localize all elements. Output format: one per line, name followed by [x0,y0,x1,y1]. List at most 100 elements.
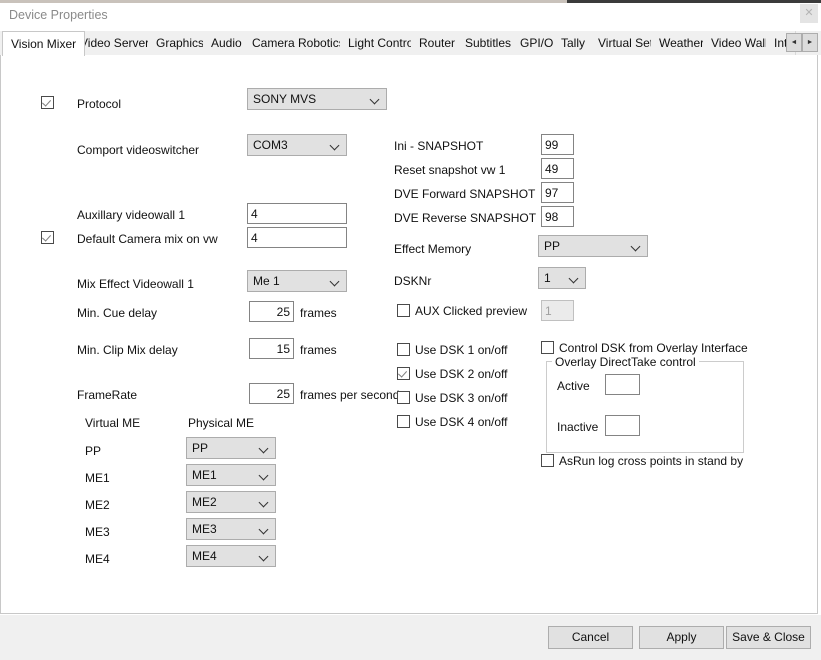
tab-label: Video Wall [711,36,768,50]
reset-snapshot-label: Reset snapshot vw 1 [394,163,506,177]
use-dsk-1-label: Use DSK 1 on/off [415,343,508,357]
min-clip-mix-delay-label: Min. Clip Mix delay [77,343,178,357]
chevron-down-icon [260,472,268,480]
aux-clicked-preview-input [541,300,574,321]
tab-subtitles[interactable]: Subtitles [457,31,521,55]
scroll-left-icon[interactable]: ◄ [786,33,802,52]
asrun-log-checkbox[interactable] [541,454,554,467]
me-row-dropdown-me1[interactable]: ME1 [186,464,276,486]
tab-label: Camera Robotics [252,36,345,50]
tab-label: Graphics [156,36,205,50]
tab-label: Subtitles [465,36,512,50]
me-row-dropdown-pp[interactable]: PP [186,437,276,459]
protocol-checkbox[interactable] [41,96,54,109]
min-cue-delay-unit: frames [300,306,337,320]
min-clip-mix-delay-unit: frames [300,343,337,357]
framerate-unit: frames per second [300,388,400,402]
use-dsk-4-checkbox[interactable] [397,415,410,428]
dve-reverse-snapshot-input[interactable] [541,206,574,227]
control-dsk-overlay-label: Control DSK from Overlay Interface [559,341,748,355]
use-dsk-3-label: Use DSK 3 on/off [415,391,508,405]
dve-forward-snapshot-input[interactable] [541,182,574,203]
chevron-down-icon [331,278,339,286]
tab-scroll-buttons: ◄ ► [786,33,819,52]
tab-vision-mixer[interactable]: Vision Mixer [2,31,86,56]
me-row-label-pp: PP [85,444,102,458]
me-row-value: ME1 [192,468,217,482]
protocol-dropdown[interactable]: SONY MVS [247,88,387,110]
me-row-dropdown-me4[interactable]: ME4 [186,545,276,567]
effect-memory-value: PP [544,239,561,253]
me-row-dropdown-me3[interactable]: ME3 [186,518,276,540]
cancel-button[interactable]: Cancel [548,626,633,649]
tab-label: Virtual Set [598,36,654,50]
me-row-value: ME3 [192,522,217,536]
chevron-down-icon [260,499,268,507]
title-accent-strip-right [567,0,821,3]
protocol-value: SONY MVS [253,92,317,106]
title-accent-strip-left [0,0,567,3]
min-clip-mix-delay-input[interactable] [249,338,294,359]
vision-mixer-panel: Protocol SONY MVS Comport videoswitcher … [0,55,818,614]
me-row-dropdown-me2[interactable]: ME2 [186,491,276,513]
min-cue-delay-label: Min. Cue delay [77,306,158,320]
scroll-right-icon[interactable]: ► [802,33,818,52]
chevron-down-icon [260,445,268,453]
overlay-inactive-input[interactable] [605,415,640,436]
physical-me-header: Physical ME [188,416,255,430]
tab-label: Weather [659,36,705,50]
tab-tally[interactable]: Tally [553,31,595,55]
save-close-button[interactable]: Save & Close [726,626,811,649]
tab-strip: Vision Mixer Video Servers Graphics Audi… [0,31,821,56]
chevron-down-icon [632,243,640,251]
use-dsk-2-checkbox[interactable] [397,367,410,380]
dve-reverse-snapshot-label: DVE Reverse SNAPSHOT [394,211,537,225]
use-dsk-1-checkbox[interactable] [397,343,410,356]
close-icon[interactable]: ✕ [800,4,818,23]
use-dsk-2-label: Use DSK 2 on/off [415,367,508,381]
dsknr-value: 1 [544,271,551,285]
protocol-label: Protocol [77,97,122,111]
default-camera-mix-input[interactable] [247,227,347,248]
comport-dropdown[interactable]: COM3 [247,134,347,156]
tab-label: Light Control [348,36,417,50]
me-row-label-me3: ME3 [85,525,110,539]
use-dsk-4-label: Use DSK 4 on/off [415,415,508,429]
me-row-label-me4: ME4 [85,552,110,566]
auxillary-videowall-label: Auxillary videowall 1 [77,208,186,222]
default-camera-mix-checkbox[interactable] [41,231,54,244]
me-row-value: ME2 [192,495,217,509]
tab-label: Video Servers [80,36,156,50]
aux-clicked-preview-label: AUX Clicked preview [415,304,528,318]
dsknr-dropdown[interactable]: 1 [538,267,586,289]
title-bar: Device Properties ✕ [0,0,821,32]
reset-snapshot-input[interactable] [541,158,574,179]
chevron-down-icon [570,275,578,283]
ini-snapshot-label: Ini - SNAPSHOT [394,139,484,153]
mix-effect-videowall-dropdown[interactable]: Me 1 [247,270,347,292]
me-row-label-me2: ME2 [85,498,110,512]
chevron-down-icon [371,96,379,104]
auxillary-videowall-input[interactable] [247,203,347,224]
effect-memory-label: Effect Memory [394,242,472,256]
mix-effect-videowall-label: Mix Effect Videowall 1 [77,277,194,291]
me-row-label-me1: ME1 [85,471,110,485]
overlay-directtake-group [546,361,744,453]
comport-label: Comport videoswitcher [77,143,200,157]
overlay-active-input[interactable] [605,374,640,395]
dsknr-label: DSKNr [394,274,432,288]
aux-clicked-preview-checkbox[interactable] [397,304,410,317]
control-dsk-overlay-checkbox[interactable] [541,341,554,354]
tab-label: GPI/O [520,36,554,50]
chevron-down-icon [260,526,268,534]
footer-bar: Cancel Apply Save & Close [0,615,821,660]
effect-memory-dropdown[interactable]: PP [538,235,648,257]
ini-snapshot-input[interactable] [541,134,574,155]
min-cue-delay-input[interactable] [249,301,294,322]
overlay-inactive-label: Inactive [557,420,599,434]
me-row-value: PP [192,441,209,455]
framerate-input[interactable] [249,383,294,404]
apply-button[interactable]: Apply [639,626,724,649]
tab-camera-robotics[interactable]: Camera Robotics [244,31,354,55]
use-dsk-3-checkbox[interactable] [397,391,410,404]
